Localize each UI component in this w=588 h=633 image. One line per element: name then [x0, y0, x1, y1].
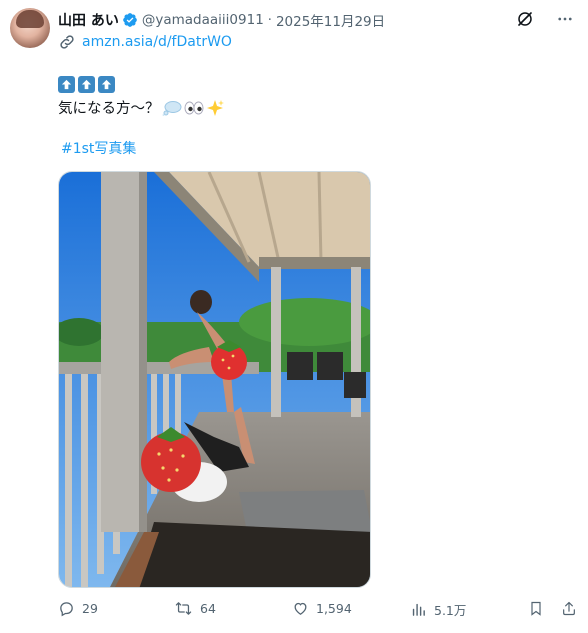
link-icon [60, 35, 74, 49]
up-arrow-emoji [98, 76, 115, 93]
grok-icon[interactable] [516, 10, 534, 28]
product-link[interactable]: amzn.asia/d/fDatrWO [82, 34, 232, 50]
reply-count: 29 [82, 601, 98, 616]
author-handle[interactable]: @yamadaaiii0911 [142, 12, 264, 28]
photo-scene [59, 172, 370, 587]
link-row[interactable]: amzn.asia/d/fDatrWO [58, 33, 232, 51]
arrow-emoji-row [58, 76, 115, 93]
more-icon[interactable] [556, 10, 574, 28]
post-text: 気になる方～？ [58, 97, 224, 118]
top-actions [516, 10, 574, 28]
post-photo[interactable] [58, 171, 371, 588]
sparkles-emoji [206, 99, 224, 116]
post-header: 山田 あい @yamadaaiii0911 · 2025年11月29日 [58, 10, 385, 30]
bookmark-button[interactable] [528, 600, 544, 617]
avatar[interactable] [10, 8, 50, 48]
reply-button[interactable]: 29 [58, 600, 98, 617]
eyes-emoji [184, 101, 203, 114]
up-arrow-emoji [58, 76, 75, 93]
like-count: 1,594 [316, 601, 352, 616]
repost-button[interactable]: 64 [174, 600, 216, 617]
reply-icon [60, 602, 73, 617]
heart-icon [294, 602, 307, 615]
like-button[interactable]: 1,594 [292, 600, 352, 617]
post-date[interactable]: 2025年11月29日 [276, 10, 385, 30]
author-name[interactable]: 山田 あい [58, 10, 119, 30]
share-button[interactable] [561, 600, 577, 617]
verified-badge-icon [123, 13, 137, 27]
thought-bubble-emoji [162, 100, 181, 116]
repost-count: 64 [200, 601, 216, 616]
bookmark-icon [531, 601, 541, 616]
hashtag-link[interactable]: #1st写真集 [61, 138, 136, 158]
views-chart-icon [412, 603, 425, 616]
views-button[interactable]: 5.1万 [410, 600, 466, 619]
repost-icon [175, 602, 192, 615]
view-count: 5.1万 [434, 603, 467, 618]
post-text-body: 気になる方～？ [58, 101, 160, 117]
share-icon [563, 601, 575, 616]
up-arrow-emoji [78, 76, 95, 93]
action-bar: 29 64 1,594 5.1万 [58, 600, 578, 620]
separator-dot: · [267, 12, 272, 28]
